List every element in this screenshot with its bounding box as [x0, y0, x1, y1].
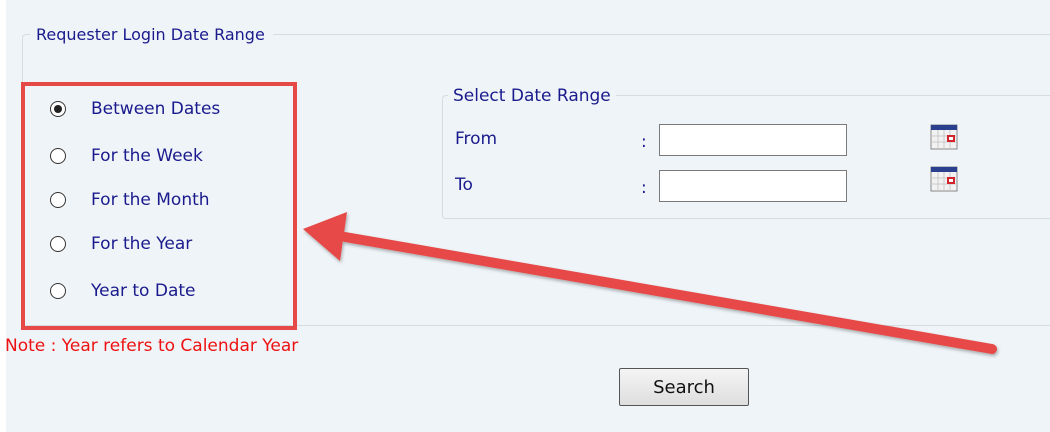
calendar-icon[interactable]	[930, 124, 958, 150]
fieldset-legend: Requester Login Date Range	[30, 25, 273, 45]
date-range-legend: Select Date Range	[448, 86, 616, 106]
from-colon: :	[641, 132, 647, 152]
from-label: From	[455, 129, 498, 149]
annotation-highlight-box	[21, 82, 297, 330]
search-button[interactable]: Search	[619, 368, 749, 406]
to-date-input[interactable]	[659, 170, 847, 202]
to-colon: :	[641, 178, 647, 198]
calendar-year-note: Note : Year refers to Calendar Year	[5, 336, 299, 356]
from-date-input[interactable]	[659, 124, 847, 156]
to-label: To	[455, 175, 473, 195]
calendar-icon[interactable]	[930, 166, 958, 192]
